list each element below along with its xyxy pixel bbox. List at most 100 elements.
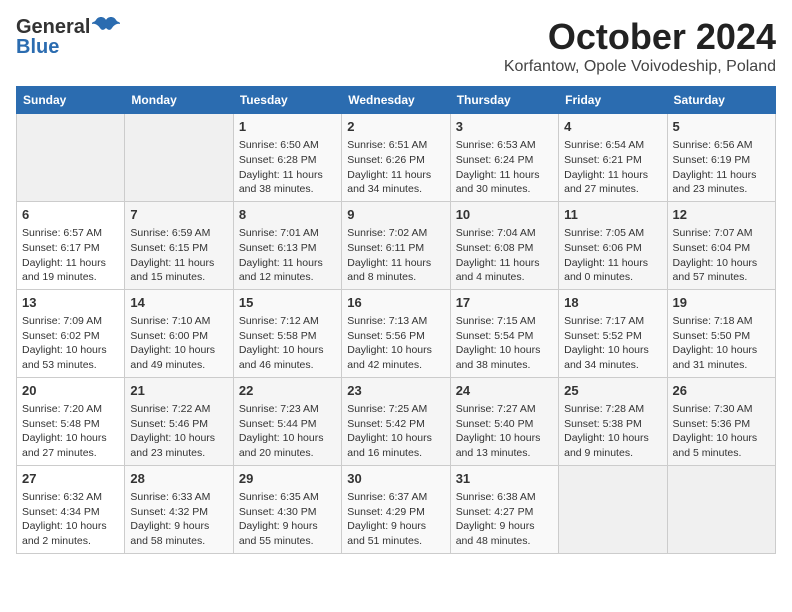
day-info: Sunrise: 6:38 AMSunset: 4:27 PMDaylight:… [456,490,553,549]
calendar-table: SundayMondayTuesdayWednesdayThursdayFrid… [16,86,776,554]
day-info: Sunrise: 6:35 AMSunset: 4:30 PMDaylight:… [239,490,336,549]
day-number: 17 [456,294,553,312]
day-info: Sunrise: 6:32 AMSunset: 4:34 PMDaylight:… [22,490,119,549]
calendar-cell: 11Sunrise: 7:05 AMSunset: 6:06 PMDayligh… [559,201,667,289]
calendar-cell: 12 Sunrise: 7:07 AMSunset: 6:04 PMDayligh… [667,201,775,289]
calendar-cell: 1 Sunrise: 6:50 AMSunset: 6:28 PMDaylight… [233,114,341,202]
day-info: Sunrise: 7:01 AMSunset: 6:13 PMDaylight:… [239,226,336,285]
day-info: Sunrise: 7:23 AMSunset: 5:44 PMDaylight:… [239,402,336,461]
day-number: 15 [239,294,336,312]
location-text: Korfantow, Opole Voivodeship, Poland [504,58,776,76]
day-number: 16 [347,294,444,312]
day-number: 13 [22,294,119,312]
day-info: Sunrise: 6:56 AMSunset: 6:19 PMDaylight:… [673,138,770,197]
day-number: 4 [564,118,661,136]
day-number: 28 [130,470,227,488]
logo-blue-text: Blue [16,36,120,58]
calendar-cell: 6 Sunrise: 6:57 AMSunset: 6:17 PMDaylight… [17,201,125,289]
calendar-week-row: 27 Sunrise: 6:32 AMSunset: 4:34 PMDayligh… [17,465,776,553]
calendar-cell: 17 Sunrise: 7:15 AMSunset: 5:54 PMDayligh… [450,289,558,377]
logo-general-text: General [16,16,90,38]
day-number: 9 [347,206,444,224]
day-info: Sunrise: 7:22 AMSunset: 5:46 PMDaylight:… [130,402,227,461]
header-tuesday: Tuesday [233,87,341,114]
header-sunday: Sunday [17,87,125,114]
calendar-cell: 3Sunrise: 6:53 AMSunset: 6:24 PMDaylight… [450,114,558,202]
calendar-cell: 7Sunrise: 6:59 AMSunset: 6:15 PMDaylight… [125,201,233,289]
logo: General Blue [16,16,120,58]
day-info: Sunrise: 7:15 AMSunset: 5:54 PMDaylight:… [456,314,553,373]
day-number: 31 [456,470,553,488]
day-number: 2 [347,118,444,136]
calendar-cell: 29Sunrise: 6:35 AMSunset: 4:30 PMDayligh… [233,465,341,553]
day-info: Sunrise: 6:59 AMSunset: 6:15 PMDaylight:… [130,226,227,285]
day-info: Sunrise: 6:33 AMSunset: 4:32 PMDaylight:… [130,490,227,549]
day-number: 23 [347,382,444,400]
title-block: October 2024 Korfantow, Opole Voivodeshi… [504,16,776,76]
calendar-cell: 27 Sunrise: 6:32 AMSunset: 4:34 PMDayligh… [17,465,125,553]
day-info: Sunrise: 7:28 AMSunset: 5:38 PMDaylight:… [564,402,661,461]
calendar-cell: 25Sunrise: 7:28 AMSunset: 5:38 PMDayligh… [559,377,667,465]
calendar-cell: 30Sunrise: 6:37 AMSunset: 4:29 PMDayligh… [342,465,450,553]
logo-bird-icon [92,16,120,38]
calendar-week-row: 6 Sunrise: 6:57 AMSunset: 6:17 PMDaylight… [17,201,776,289]
day-info: Sunrise: 6:50 AMSunset: 6:28 PMDaylight:… [239,138,336,197]
header-monday: Monday [125,87,233,114]
day-number: 22 [239,382,336,400]
calendar-header-row: SundayMondayTuesdayWednesdayThursdayFrid… [17,87,776,114]
day-info: Sunrise: 7:25 AMSunset: 5:42 PMDaylight:… [347,402,444,461]
calendar-cell [559,465,667,553]
calendar-cell: 9 Sunrise: 7:02 AMSunset: 6:11 PMDaylight… [342,201,450,289]
calendar-cell: 31 Sunrise: 6:38 AMSunset: 4:27 PMDayligh… [450,465,558,553]
day-info: Sunrise: 7:04 AMSunset: 6:08 PMDaylight:… [456,226,553,285]
day-info: Sunrise: 6:57 AMSunset: 6:17 PMDaylight:… [22,226,119,285]
day-info: Sunrise: 7:09 AMSunset: 6:02 PMDaylight:… [22,314,119,373]
calendar-cell: 23 Sunrise: 7:25 AMSunset: 5:42 PMDayligh… [342,377,450,465]
day-number: 8 [239,206,336,224]
calendar-week-row: 20 Sunrise: 7:20 AMSunset: 5:48 PMDayligh… [17,377,776,465]
day-info: Sunrise: 7:18 AMSunset: 5:50 PMDaylight:… [673,314,770,373]
calendar-cell [17,114,125,202]
day-number: 18 [564,294,661,312]
day-info: Sunrise: 6:51 AMSunset: 6:26 PMDaylight:… [347,138,444,197]
header-thursday: Thursday [450,87,558,114]
calendar-cell: 24Sunrise: 7:27 AMSunset: 5:40 PMDayligh… [450,377,558,465]
calendar-cell: 15 Sunrise: 7:12 AMSunset: 5:58 PMDayligh… [233,289,341,377]
day-number: 6 [22,206,119,224]
calendar-cell [125,114,233,202]
day-info: Sunrise: 6:54 AMSunset: 6:21 PMDaylight:… [564,138,661,197]
calendar-cell: 18Sunrise: 7:17 AMSunset: 5:52 PMDayligh… [559,289,667,377]
day-info: Sunrise: 7:02 AMSunset: 6:11 PMDaylight:… [347,226,444,285]
day-number: 21 [130,382,227,400]
day-info: Sunrise: 6:53 AMSunset: 6:24 PMDaylight:… [456,138,553,197]
day-number: 20 [22,382,119,400]
day-number: 14 [130,294,227,312]
day-number: 30 [347,470,444,488]
calendar-cell: 4 Sunrise: 6:54 AMSunset: 6:21 PMDaylight… [559,114,667,202]
calendar-cell: 8 Sunrise: 7:01 AMSunset: 6:13 PMDaylight… [233,201,341,289]
day-info: Sunrise: 7:07 AMSunset: 6:04 PMDaylight:… [673,226,770,285]
month-title: October 2024 [504,16,776,58]
day-number: 11 [564,206,661,224]
calendar-week-row: 1 Sunrise: 6:50 AMSunset: 6:28 PMDaylight… [17,114,776,202]
day-number: 27 [22,470,119,488]
calendar-cell: 28 Sunrise: 6:33 AMSunset: 4:32 PMDayligh… [125,465,233,553]
day-info: Sunrise: 7:20 AMSunset: 5:48 PMDaylight:… [22,402,119,461]
day-number: 1 [239,118,336,136]
calendar-cell: 2 Sunrise: 6:51 AMSunset: 6:26 PMDaylight… [342,114,450,202]
header-saturday: Saturday [667,87,775,114]
calendar-cell: 16 Sunrise: 7:13 AMSunset: 5:56 PMDayligh… [342,289,450,377]
day-info: Sunrise: 7:13 AMSunset: 5:56 PMDaylight:… [347,314,444,373]
calendar-cell: 5Sunrise: 6:56 AMSunset: 6:19 PMDaylight… [667,114,775,202]
calendar-cell: 26 Sunrise: 7:30 AMSunset: 5:36 PMDayligh… [667,377,775,465]
header-friday: Friday [559,87,667,114]
calendar-cell: 19Sunrise: 7:18 AMSunset: 5:50 PMDayligh… [667,289,775,377]
calendar-cell: 20 Sunrise: 7:20 AMSunset: 5:48 PMDayligh… [17,377,125,465]
header-wednesday: Wednesday [342,87,450,114]
calendar-cell [667,465,775,553]
day-number: 26 [673,382,770,400]
day-number: 12 [673,206,770,224]
day-info: Sunrise: 7:30 AMSunset: 5:36 PMDaylight:… [673,402,770,461]
day-info: Sunrise: 7:12 AMSunset: 5:58 PMDaylight:… [239,314,336,373]
calendar-cell: 13 Sunrise: 7:09 AMSunset: 6:02 PMDayligh… [17,289,125,377]
